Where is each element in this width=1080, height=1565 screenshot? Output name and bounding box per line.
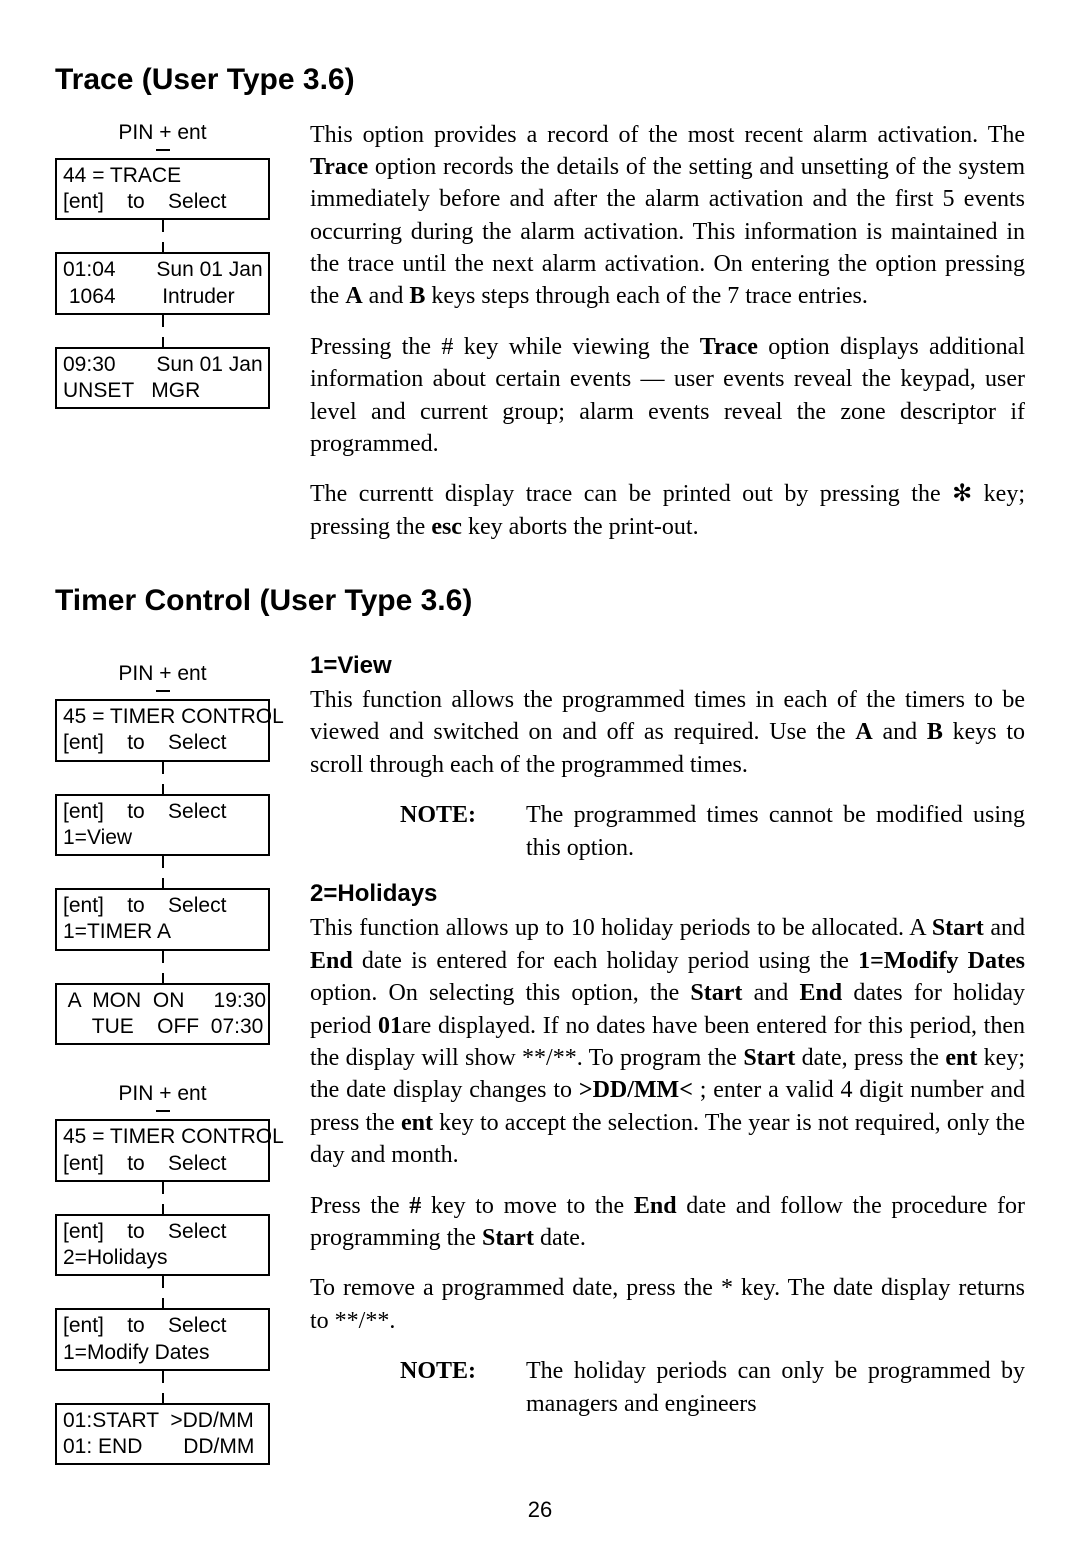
lcd-line: [ent] to Select	[63, 731, 226, 754]
note-label: NOTE:	[400, 799, 476, 864]
lcd-line: UNSET MGR	[63, 379, 200, 402]
connector-icon	[162, 1276, 164, 1288]
timer1-lcd-4: A MON ON 19:30 TUE OFF 07:30	[55, 983, 270, 1046]
connector-icon	[162, 1298, 164, 1308]
holidays-para-3: To remove a programmed date, press the *…	[310, 1272, 1025, 1337]
note-text: The programmed times cannot be modified …	[526, 799, 1025, 864]
holidays-para-2: Press the # key to move to the End date …	[310, 1190, 1025, 1255]
connector-icon	[162, 1204, 164, 1214]
lcd-line: [ent] to Select	[63, 1220, 226, 1243]
trace-lcd-2: 01:04 Sun 01 Jan 1064 Intruder	[55, 252, 270, 315]
connector-icon	[156, 149, 170, 158]
timer2-lcd-4: 01:START >DD/MM 01: END DD/MM	[55, 1403, 270, 1466]
trace-body: This option provides a record of the mos…	[310, 119, 1025, 562]
connector-icon	[162, 220, 164, 232]
timer-body: 1=View This function allows the programm…	[310, 640, 1025, 1434]
timer1-lcd-3: [ent] to Select 1=TIMER A	[55, 888, 270, 951]
connector-icon	[162, 878, 164, 888]
lcd-line: 44 = TRACE	[63, 164, 181, 187]
timer2-lcd-3: [ent] to Select 1=Modify Dates	[55, 1308, 270, 1371]
timer-diagram-1: PIN + ent 45 = TIMER CONTROL [ent] to Se…	[55, 640, 270, 1466]
lcd-line: 1=TIMER A	[63, 920, 171, 943]
timer2-pin-label: PIN + ent	[55, 1080, 270, 1108]
lcd-line: 45 = TIMER CONTROL	[63, 1125, 284, 1148]
timer2-lcd-2: [ent] to Select 2=Holidays	[55, 1214, 270, 1277]
lcd-line: 45 = TIMER CONTROL	[63, 705, 284, 728]
timer2-lcd-1: 45 = TIMER CONTROL [ent] to Select	[55, 1119, 270, 1182]
connector-icon	[156, 1110, 170, 1119]
lcd-line: 1=View	[63, 826, 132, 849]
subheading-holidays: 2=Holidays	[310, 878, 1025, 910]
connector-icon	[162, 242, 164, 252]
connector-icon	[162, 762, 164, 774]
trace-pin-label: PIN + ent	[55, 119, 270, 147]
subheading-view: 1=View	[310, 650, 1025, 682]
lcd-line: 09:30 Sun 01 Jan	[63, 353, 263, 376]
trace-diagram: PIN + ent 44 = TRACE [ent] to Select 01:…	[55, 119, 270, 410]
note-text: The holiday periods can only be programm…	[526, 1355, 1025, 1420]
holidays-para-1: This function allows up to 10 holiday pe…	[310, 912, 1025, 1171]
lcd-line: 2=Holidays	[63, 1246, 167, 1269]
trace-para-3: The currentt display trace can be printe…	[310, 478, 1025, 543]
connector-icon	[156, 690, 170, 699]
trace-lcd-1: 44 = TRACE [ent] to Select	[55, 158, 270, 221]
timer1-pin-label: PIN + ent	[55, 660, 270, 688]
connector-icon	[162, 315, 164, 327]
heading-trace: Trace (User Type 3.6)	[55, 60, 1025, 101]
timer1-lcd-2: [ent] to Select 1=View	[55, 794, 270, 857]
connector-icon	[162, 784, 164, 794]
timer1-lcd-1: 45 = TIMER CONTROL [ent] to Select	[55, 699, 270, 762]
lcd-line: [ent] to Select	[63, 1152, 226, 1175]
connector-icon	[162, 1393, 164, 1403]
note-label: NOTE:	[400, 1355, 476, 1420]
lcd-line: 1=Modify Dates	[63, 1341, 210, 1364]
lcd-line: 01:START >DD/MM	[63, 1409, 254, 1432]
lcd-line: 01:04 Sun 01 Jan	[63, 258, 263, 281]
page-number: 26	[55, 1495, 1025, 1525]
connector-icon	[162, 337, 164, 347]
connector-icon	[162, 856, 164, 868]
connector-icon	[162, 951, 164, 963]
view-para: This function allows the programmed time…	[310, 684, 1025, 781]
lcd-line: 01: END DD/MM	[63, 1435, 254, 1458]
connector-icon	[162, 1182, 164, 1194]
trace-lcd-3: 09:30 Sun 01 Jan UNSET MGR	[55, 347, 270, 410]
lcd-line: A MON ON 19:30	[63, 989, 266, 1012]
trace-para-1: This option provides a record of the mos…	[310, 119, 1025, 313]
lcd-line: TUE OFF 07:30	[63, 1015, 263, 1038]
lcd-line: [ent] to Select	[63, 800, 226, 823]
connector-icon	[162, 1371, 164, 1383]
note-1: NOTE: The programmed times cannot be mod…	[400, 799, 1025, 864]
connector-icon	[162, 973, 164, 983]
lcd-line: [ent] to Select	[63, 1314, 226, 1337]
lcd-line: [ent] to Select	[63, 894, 226, 917]
note-2: NOTE: The holiday periods can only be pr…	[400, 1355, 1025, 1420]
heading-timer: Timer Control (User Type 3.6)	[55, 581, 1025, 622]
lcd-line: 1064 Intruder	[63, 285, 235, 308]
lcd-line: [ent] to Select	[63, 190, 226, 213]
trace-para-2: Pressing the # key while viewing the Tra…	[310, 331, 1025, 461]
